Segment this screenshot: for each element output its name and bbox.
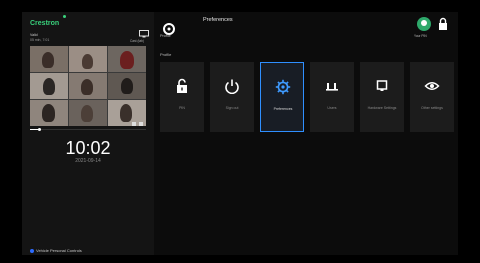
- gear-icon: [275, 79, 291, 95]
- participant: [121, 78, 133, 94]
- participant: [120, 104, 132, 122]
- lock-icon: [177, 78, 187, 93]
- bluetooth-icon: [30, 249, 34, 253]
- settings-panel: Profile Preferences Your PIN Profile PIN: [154, 12, 458, 255]
- page-title: Preferences: [203, 17, 233, 23]
- user-icon: [421, 20, 427, 26]
- video-preview[interactable]: [30, 46, 146, 126]
- tile-label: Hardware Settings: [367, 106, 397, 110]
- left-panel: Crestron Valid 05 min, 7:01 Cast (tab) 1…: [22, 12, 154, 255]
- tile-other-settings[interactable]: Other settings: [410, 62, 454, 132]
- tile-label: Sign out: [225, 106, 239, 110]
- cast-icon[interactable]: [139, 30, 149, 38]
- status-line: Valid: [30, 33, 38, 37]
- user-label: Your PIN: [414, 34, 427, 38]
- participant: [82, 54, 93, 69]
- lock-icon[interactable]: [438, 17, 448, 31]
- personal-controls-link[interactable]: Vehicle Personal Controls: [30, 248, 82, 253]
- power-icon: [225, 79, 239, 94]
- participant: [42, 104, 55, 122]
- section-label: Profile: [160, 52, 172, 57]
- tile-hardware-settings[interactable]: Hardware Settings: [360, 62, 404, 132]
- brand-dot-icon: [63, 15, 66, 18]
- participant: [81, 105, 93, 122]
- status-time: 05 min, 7:01: [30, 38, 50, 42]
- eye-icon: [424, 82, 440, 90]
- participant: [43, 78, 55, 95]
- participant: [120, 51, 134, 69]
- tile-label: PIN: [179, 106, 185, 110]
- people-icon: [326, 83, 338, 91]
- tile-sign-out[interactable]: Sign out: [210, 62, 254, 132]
- clock-date: 2021-09-14: [75, 158, 101, 164]
- cast-label: Cast (tab): [130, 39, 144, 43]
- tile-pin[interactable]: PIN: [160, 62, 204, 132]
- video-progress-handle[interactable]: [37, 128, 41, 131]
- clock-time: 10:02: [65, 138, 111, 158]
- avatar[interactable]: [417, 17, 431, 31]
- tile-users[interactable]: Users: [310, 62, 354, 132]
- screen: Crestron Valid 05 min, 7:01 Cast (tab) 1…: [0, 0, 480, 263]
- hardware-icon: [376, 80, 388, 91]
- participant: [42, 52, 54, 68]
- fullscreen-icon[interactable]: [132, 122, 136, 126]
- tile-preferences[interactable]: Preferences: [260, 62, 304, 132]
- footer-label: Vehicle Personal Controls: [36, 248, 82, 253]
- tile-label: Preferences: [273, 107, 293, 111]
- close-icon[interactable]: [139, 122, 143, 126]
- brand-name: Crestron: [30, 20, 60, 27]
- participant: [81, 79, 93, 95]
- tile-label: Other settings: [421, 106, 443, 110]
- nav-profile-label[interactable]: Profile: [160, 34, 171, 38]
- video-progress-bar[interactable]: [30, 128, 146, 131]
- tile-label: Users: [327, 106, 337, 110]
